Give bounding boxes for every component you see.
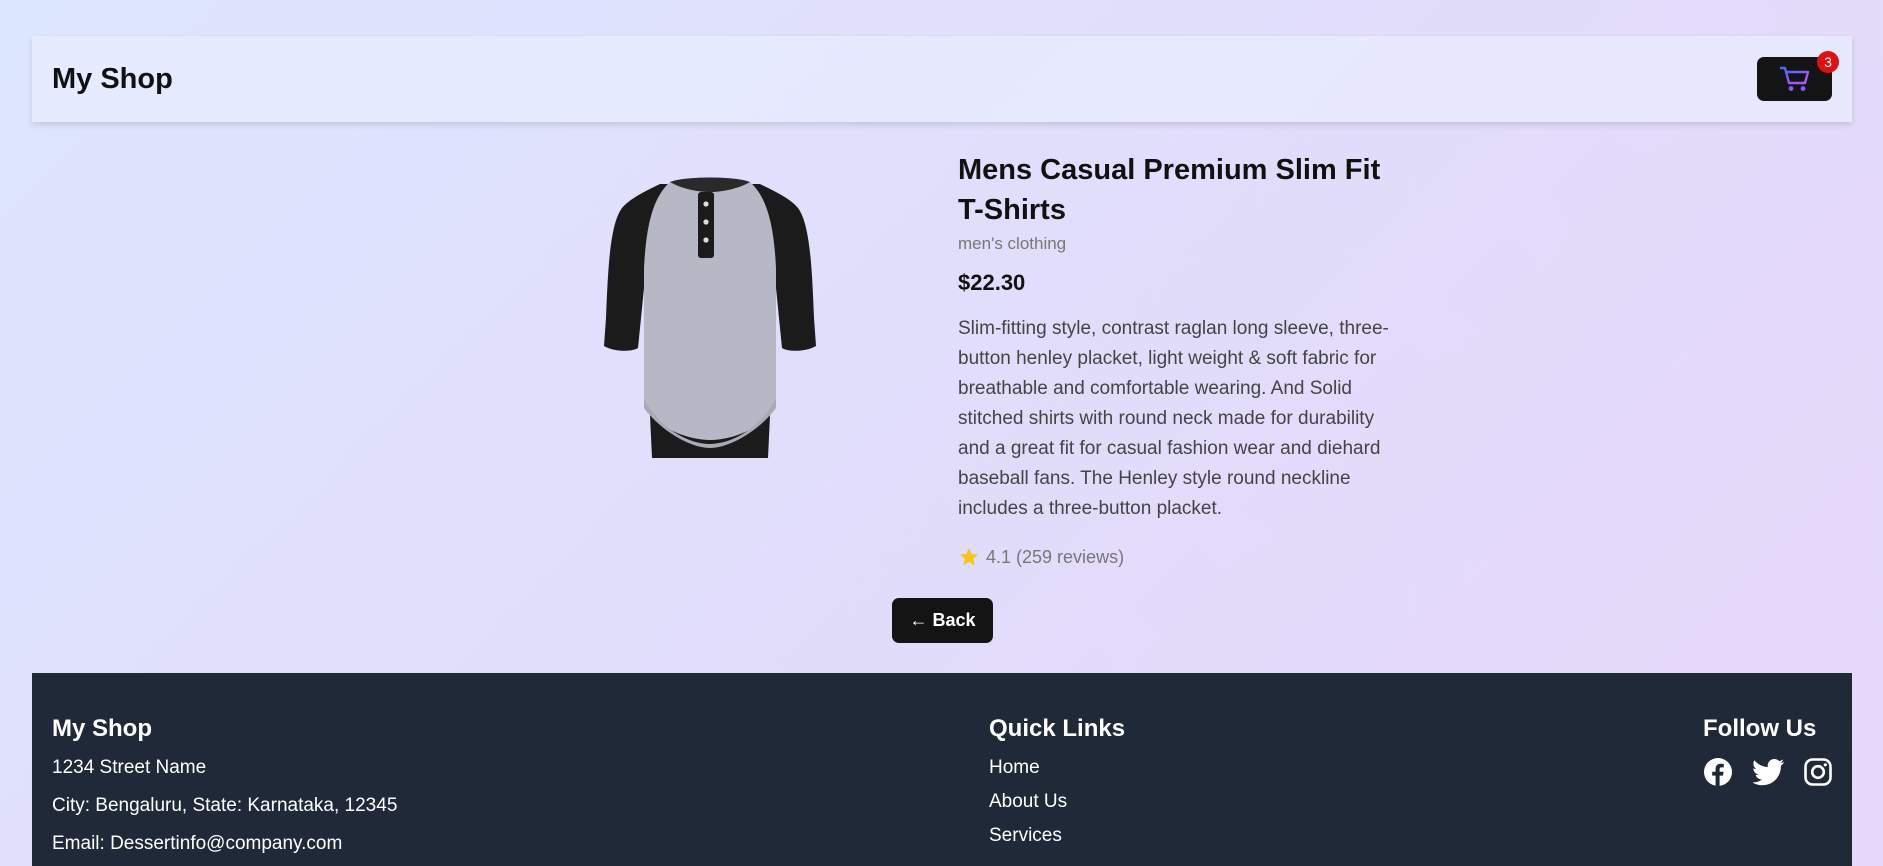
- rating-text: 4.1 (259 reviews): [986, 546, 1125, 567]
- product-details: Mens Casual Premium Slim Fit T-Shirts me…: [958, 150, 1408, 568]
- product-category: men's clothing: [958, 234, 1067, 253]
- product-rating: 4.1 (259 reviews): [958, 546, 1408, 568]
- instagram-icon[interactable]: [1803, 757, 1833, 787]
- site-footer: My Shop 1234 Street Name City: Bengaluru…: [32, 673, 1852, 866]
- site-header: My Shop 3: [32, 36, 1852, 122]
- quick-links-title: Quick Links: [989, 715, 1126, 742]
- product-price: $22.30: [958, 270, 1026, 295]
- back-button[interactable]: ← Back: [892, 598, 993, 643]
- twitter-icon[interactable]: [1752, 757, 1784, 787]
- footer-link-home[interactable]: Home: [989, 757, 1125, 779]
- footer-quick-links: Quick Links Home About Us Services: [989, 715, 1125, 859]
- footer-email: Email: Dessertinfo@company.com: [52, 833, 343, 854]
- product-image: [604, 177, 816, 458]
- cart-count-badge: 3: [1817, 51, 1839, 73]
- facebook-icon[interactable]: [1703, 757, 1733, 787]
- footer-brand: My Shop: [52, 715, 152, 742]
- footer-contact: My Shop 1234 Street Name City: Bengaluru…: [52, 715, 397, 866]
- footer-address-line2: City: Bengaluru, State: Karnataka, 12345: [52, 795, 398, 816]
- follow-us-title: Follow Us: [1703, 715, 1817, 742]
- footer-address-line1: 1234 Street Name: [52, 757, 207, 778]
- cart-icon: [1779, 66, 1809, 91]
- brand-logo[interactable]: My Shop: [52, 63, 173, 96]
- footer-link-about[interactable]: About Us: [989, 791, 1125, 813]
- product-description: Slim-fitting style, contrast raglan long…: [958, 318, 1389, 519]
- star-icon: [959, 547, 979, 566]
- product-title: Mens Casual Premium Slim Fit T-Shirts: [958, 154, 1381, 226]
- footer-link-services[interactable]: Services: [989, 825, 1125, 847]
- social-links: [1703, 757, 1833, 787]
- cart-button[interactable]: 3: [1757, 51, 1839, 101]
- footer-social: Follow Us: [1703, 715, 1833, 787]
